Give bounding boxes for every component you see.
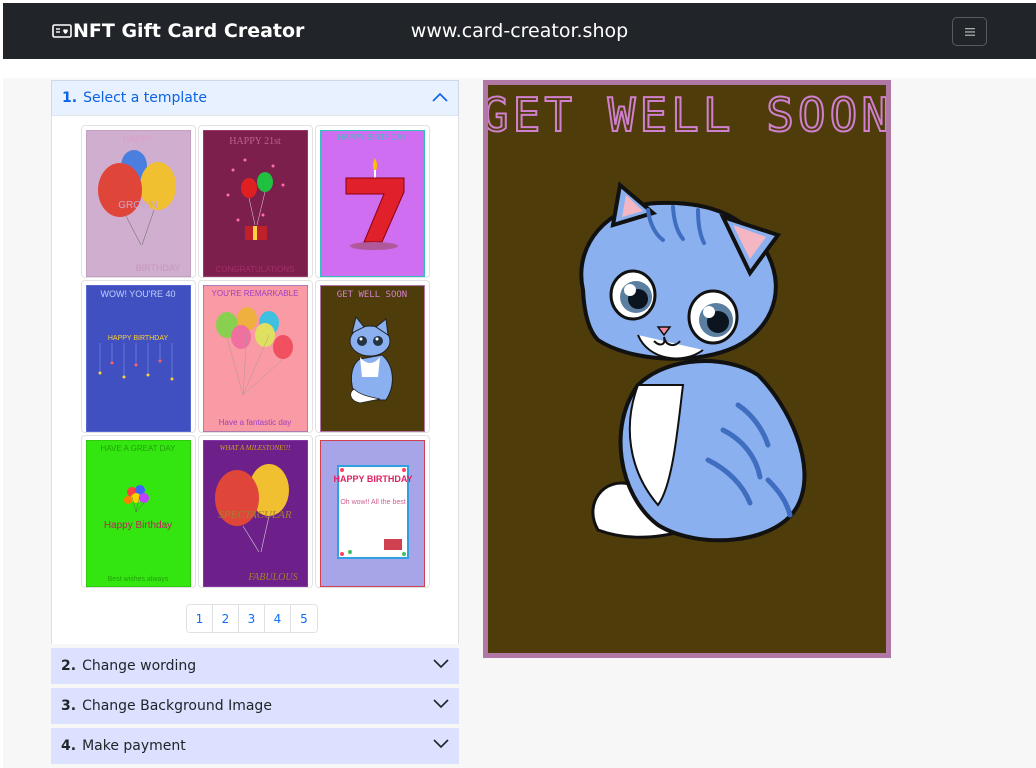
template-gallery: HAPPY GROWN BIRTHDAY HAPPY 21st CONGRATU…	[51, 116, 459, 644]
step-number: 3.	[61, 698, 77, 714]
chevron-down-icon	[433, 699, 449, 709]
template-thumbnail[interactable]: WHAT A MILESTONE!!! SPECTACULAR FABULOUS	[198, 435, 313, 588]
template-card-preview: YOU'RE REMARKABLE Have a fantastic day	[203, 285, 308, 432]
blue-kitten-icon	[579, 181, 807, 543]
card-title: GET WELL SOON	[488, 88, 886, 142]
template-thumbnail[interactable]: GET WELL SOON	[315, 280, 430, 433]
template-top-text: YOU'RE REMARKABLE	[212, 289, 299, 298]
template-mid-text: Oh wow!! All the best	[340, 499, 405, 506]
template-card-preview: GET WELL SOON	[320, 285, 425, 432]
template-mid-text: SPECTACULAR	[218, 509, 291, 521]
template-card-preview: HAPPY 21st CONGRATULATIONS	[203, 130, 308, 277]
accordion-header-select-template[interactable]: 1. Select a template	[51, 80, 459, 116]
template-card-preview: WOW! YOU'RE 40 HAPPY BIRTHDAY	[86, 285, 191, 432]
template-card-preview: HAVE A GREAT DAY Happy Birthday Best wis…	[86, 440, 191, 587]
template-top-text: HAVE A GREAT DAY	[101, 444, 177, 453]
template-card-preview: WHAT A MILESTONE!!! SPECTACULAR FABULOUS	[203, 440, 308, 587]
template-thumbnail[interactable]: YOU'RE REMARKABLE Have a fantastic day	[198, 280, 313, 433]
template-mid-text: GROWN	[118, 200, 157, 211]
step-label: Select a template	[83, 90, 207, 106]
navbar-toggler-button[interactable]	[952, 17, 987, 46]
template-card-preview: HAPPY BIRTHDAY	[320, 130, 425, 277]
template-top-text: HAPPY BIRTHDAY	[338, 133, 408, 142]
template-thumbnail[interactable]: HAPPY BIRTHDAY Oh wow!! All the best	[315, 435, 430, 588]
template-bottom-text: CONGRATULATIONS	[216, 265, 295, 274]
template-top-text: WOW! YOU'RE 40	[100, 289, 175, 299]
page-link-4[interactable]: 4	[265, 605, 291, 632]
card-canvas: GET WELL SOON	[488, 87, 886, 543]
template-thumbnail[interactable]: HAPPY 21st CONGRATULATIONS	[198, 125, 313, 278]
template-pagination: 1 2 3 4 5	[186, 604, 318, 633]
accordion-header-make-payment[interactable]: 4. Make payment	[51, 728, 459, 764]
template-thumbnail[interactable]: HAVE A GREAT DAY Happy Birthday Best wis…	[81, 435, 196, 588]
page-link-3[interactable]: 3	[239, 605, 265, 632]
accordion-header-change-wording[interactable]: 2. Change wording	[51, 648, 459, 684]
step-label: Change wording	[82, 658, 197, 674]
site-url: www.card-creator.shop	[410, 20, 629, 42]
page-link-5[interactable]: 5	[291, 605, 317, 632]
template-thumbnail[interactable]: HAPPY GROWN BIRTHDAY	[81, 125, 196, 278]
template-mid-text: Happy Birthday	[104, 520, 172, 531]
template-top-text: HAPPY	[123, 134, 154, 144]
template-bottom-text: BIRTHDAY	[136, 263, 181, 273]
template-bottom-text: Best wishes always	[108, 576, 169, 583]
template-card-preview: HAPPY BIRTHDAY Oh wow!! All the best	[320, 440, 425, 587]
step-number: 2.	[61, 658, 77, 674]
template-thumbnail[interactable]: WOW! YOU'RE 40 HAPPY BIRTHDAY	[81, 280, 196, 433]
step-label: Make payment	[82, 738, 186, 754]
hamburger-menu-icon	[964, 27, 975, 36]
template-top-text: HAPPY BIRTHDAY	[333, 474, 412, 484]
chevron-down-icon	[433, 739, 449, 749]
accordion-header-change-background[interactable]: 3. Change Background Image	[51, 688, 459, 724]
template-thumbnail[interactable]: HAPPY BIRTHDAY	[315, 125, 430, 278]
chevron-down-icon	[433, 659, 449, 669]
template-mid-text: HAPPY BIRTHDAY	[108, 335, 169, 342]
template-top-text: WHAT A MILESTONE!!!	[220, 444, 291, 452]
card-preview: GET WELL SOON	[483, 80, 891, 658]
template-top-text: HAPPY 21st	[229, 136, 281, 147]
navbar: NFT Gift Card Creator www.card-creator.s…	[3, 3, 1036, 59]
step-label: Change Background Image	[82, 698, 272, 714]
page-link-2[interactable]: 2	[213, 605, 239, 632]
template-top-text: GET WELL SOON	[337, 290, 407, 300]
card-builder-accordion: 1. Select a template HAPPY GROWN BIRTHDA…	[51, 80, 459, 764]
template-bottom-text: FABULOUS	[247, 572, 297, 583]
template-bottom-text: Have a fantastic day	[219, 418, 291, 427]
step-number: 1.	[62, 90, 78, 106]
chevron-up-icon	[432, 92, 448, 102]
page-link-1[interactable]: 1	[187, 605, 213, 632]
step-number: 4.	[61, 738, 77, 754]
template-card-preview: HAPPY GROWN BIRTHDAY	[86, 130, 191, 277]
